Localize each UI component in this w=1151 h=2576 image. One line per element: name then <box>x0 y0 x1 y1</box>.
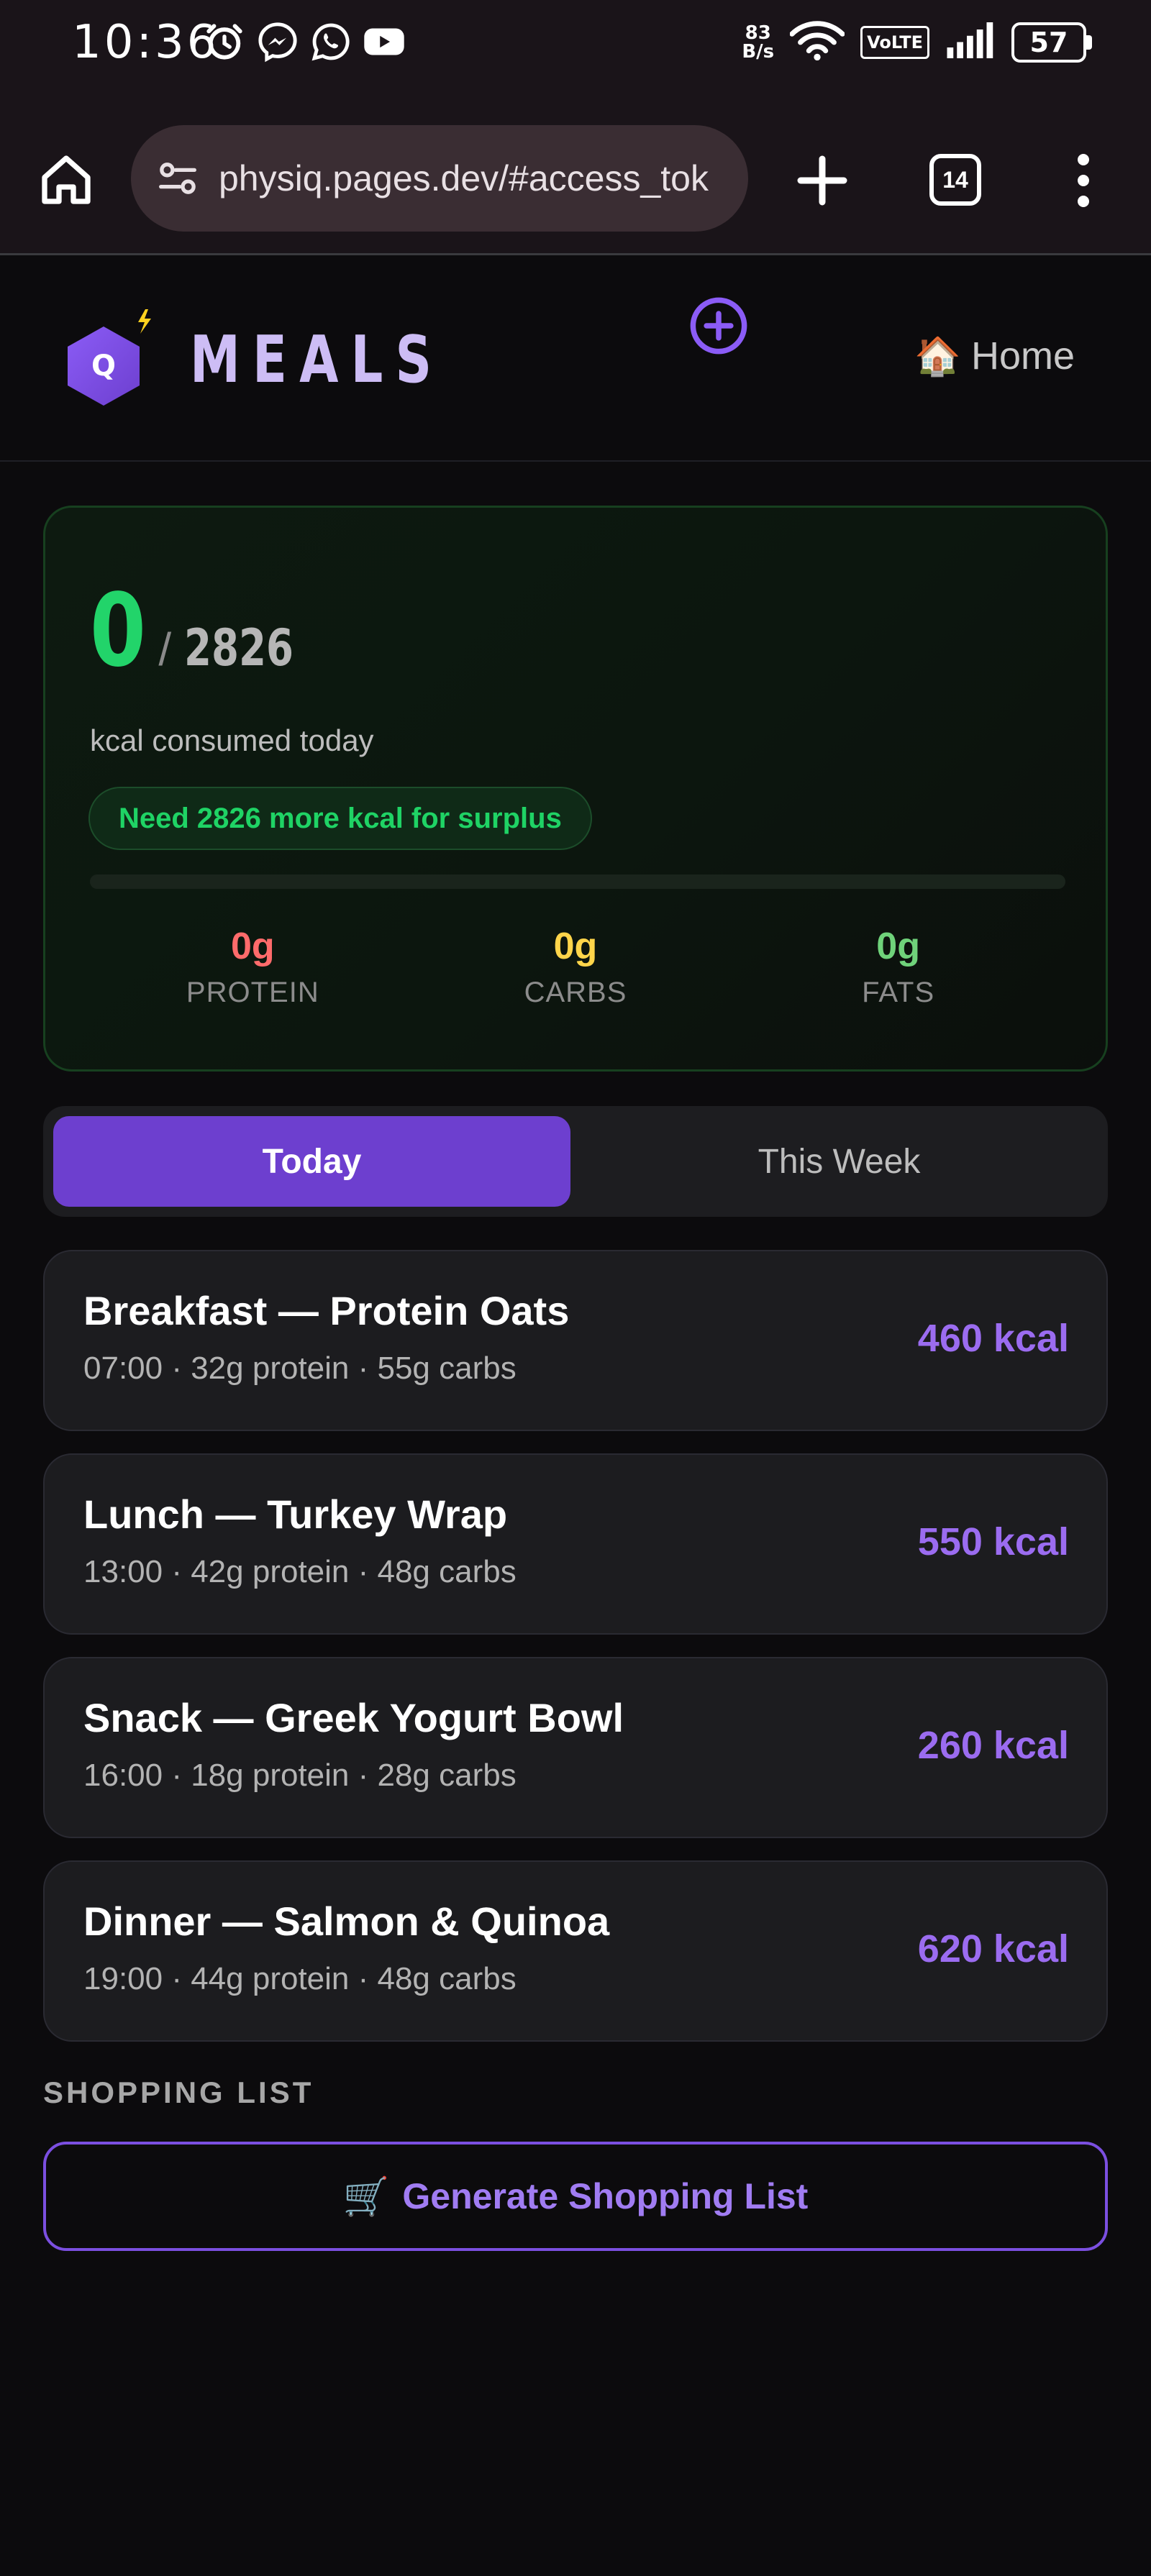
macro-summary: 0g PROTEIN 0g CARBS 0g FATS <box>45 925 1106 1009</box>
macro-fats-value: 0g <box>876 926 920 967</box>
macro-carbs: 0g CARBS <box>432 925 719 1009</box>
browser-toolbar: physiq.pages.dev/#access_tok 14 <box>0 108 1151 255</box>
battery-icon: 57 <box>1011 22 1092 63</box>
calories-consumed: 0 <box>90 572 146 690</box>
app-logo[interactable]: Q <box>60 305 154 413</box>
meal-details: 13:00 · 42g protein · 48g carbs <box>83 1554 517 1589</box>
meal-calories: 260 kcal <box>917 1724 1069 1767</box>
meal-title: Dinner — Salmon & Quinoa <box>83 1899 610 1944</box>
menu-icon[interactable] <box>1072 148 1095 213</box>
network-speed-unit: B/s <box>742 40 775 63</box>
surplus-badge: Need 2826 more kcal for surplus <box>88 787 592 850</box>
home-icon[interactable] <box>37 151 95 209</box>
macro-protein-label: PROTEIN <box>186 977 319 1008</box>
site-settings-icon[interactable] <box>153 153 203 204</box>
calories-label: kcal consumed today <box>90 723 374 757</box>
calorie-summary-card: 0 / 2826 kcal consumed today Need 2826 m… <box>43 506 1108 1072</box>
period-tabs: Today This Week <box>43 1106 1108 1217</box>
url-text[interactable]: physiq.pages.dev/#access_tok <box>219 157 709 199</box>
generate-shopping-list-label: Generate Shopping List <box>402 2176 809 2216</box>
wifi-icon <box>789 19 845 65</box>
status-bar: 10:36 83 B/s VoLTE 57 <box>0 0 1151 108</box>
youtube-icon <box>363 20 406 63</box>
notification-icons <box>203 20 406 63</box>
meal-title: Lunch — Turkey Wrap <box>83 1492 508 1537</box>
cart-icon: 🛒 <box>342 2175 390 2218</box>
shopping-list-heading: SHOPPING LIST <box>43 2075 314 2109</box>
meal-details: 19:00 · 44g protein · 48g carbs <box>83 1961 517 1996</box>
meal-list: Breakfast — Protein Oats 07:00 · 32g pro… <box>43 1250 1108 2064</box>
system-icons: 83 B/s VoLTE 57 <box>742 19 1092 65</box>
meal-card[interactable]: Breakfast — Protein Oats 07:00 · 32g pro… <box>43 1250 1108 1431</box>
tabs-icon[interactable]: 14 <box>929 154 981 206</box>
calorie-progress-bar <box>90 874 1065 889</box>
calorie-counter: 0 / 2826 <box>90 572 324 690</box>
macro-protein: 0g PROTEIN <box>109 925 396 1009</box>
status-time: 10:36 <box>72 16 219 69</box>
meal-calories: 550 kcal <box>917 1520 1069 1563</box>
alarm-icon <box>203 20 246 63</box>
meal-title: Breakfast — Protein Oats <box>83 1288 570 1333</box>
macro-fats: 0g FATS <box>755 925 1042 1009</box>
house-icon: 🏠 <box>914 335 961 378</box>
tab-this-week[interactable]: This Week <box>581 1116 1098 1207</box>
calories-separator: / <box>158 624 172 675</box>
add-meal-icon[interactable] <box>686 293 751 358</box>
tab-today[interactable]: Today <box>53 1116 570 1207</box>
logo-letter: Q <box>91 350 116 383</box>
lightning-icon <box>138 309 151 334</box>
meal-details: 16:00 · 18g protein · 28g carbs <box>83 1758 517 1793</box>
volte-badge: VoLTE <box>860 25 929 59</box>
home-link[interactable]: 🏠 Home <box>914 334 1075 378</box>
signal-icon <box>945 22 996 63</box>
network-speed-value: 83 <box>745 22 771 44</box>
macro-carbs-label: CARBS <box>524 977 627 1008</box>
macro-fats-label: FATS <box>862 977 935 1008</box>
meal-card[interactable]: Lunch — Turkey Wrap 13:00 · 42g protein … <box>43 1453 1108 1635</box>
whatsapp-icon <box>309 20 352 63</box>
generate-shopping-list-button[interactable]: 🛒 Generate Shopping List <box>43 2142 1108 2251</box>
meal-calories: 620 kcal <box>917 1927 1069 1970</box>
meal-card[interactable]: Dinner — Salmon & Quinoa 19:00 · 44g pro… <box>43 1860 1108 2042</box>
home-link-label: Home <box>970 334 1075 378</box>
meal-calories: 460 kcal <box>917 1317 1069 1360</box>
macro-protein-value: 0g <box>230 926 275 967</box>
meal-title: Snack — Greek Yogurt Bowl <box>83 1695 624 1740</box>
address-bar[interactable]: physiq.pages.dev/#access_tok <box>131 125 748 232</box>
meal-details: 07:00 · 32g protein · 55g carbs <box>83 1351 517 1386</box>
new-tab-icon[interactable] <box>790 148 855 213</box>
network-speed: 83 B/s <box>742 24 774 61</box>
messenger-icon <box>256 20 299 63</box>
macro-carbs-value: 0g <box>553 926 598 967</box>
app-header: Q MEALS 🏠 Home <box>0 257 1151 462</box>
meal-card[interactable]: Snack — Greek Yogurt Bowl 16:00 · 18g pr… <box>43 1657 1108 1838</box>
calories-target: 2826 <box>184 618 294 677</box>
page-title: MEALS <box>190 322 445 398</box>
